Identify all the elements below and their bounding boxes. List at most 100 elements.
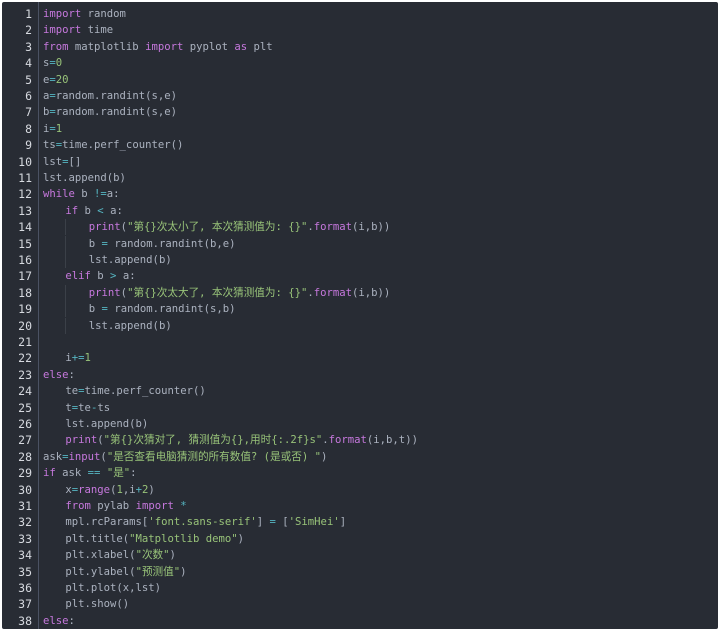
code-line[interactable]: 7 b=random.randint(s,e) bbox=[2, 104, 718, 120]
code-text: import random bbox=[43, 6, 126, 22]
line-number: 19 bbox=[18, 302, 32, 317]
code-line[interactable]: 15 b = random.randint(b,e) bbox=[2, 235, 718, 252]
code-line[interactable]: 11 lst.append(b) bbox=[2, 170, 718, 186]
code-text: elif b > a: bbox=[43, 268, 135, 284]
indent-guide bbox=[43, 580, 65, 596]
code-token: += bbox=[71, 352, 85, 365]
code-line[interactable]: 8 i=1 bbox=[2, 121, 718, 137]
code-token: else bbox=[43, 614, 69, 627]
code-line[interactable]: 18 print("第{}次太大了, 本次猜测值为: {}".format(i,b… bbox=[2, 284, 718, 301]
code-token: if bbox=[65, 204, 79, 217]
code-token: from bbox=[65, 500, 91, 512]
code-token: random.randint(b,e) bbox=[107, 237, 236, 250]
code-line[interactable]: 12 while b !=a: bbox=[2, 186, 718, 202]
code-line[interactable]: 2 import time bbox=[2, 22, 718, 38]
code-token: * bbox=[180, 500, 187, 512]
code-line[interactable]: 24 te=time.perf_counter() bbox=[2, 383, 718, 399]
code-token: ] bbox=[256, 516, 270, 529]
code-line[interactable]: 33 plt.title("Matplotlib demo") bbox=[2, 531, 718, 547]
code-line[interactable]: 32 mpl.rcParams['font.sans-serif'] = ['Si… bbox=[2, 514, 718, 530]
code-token: plt bbox=[247, 40, 273, 53]
line-number: 37 bbox=[18, 597, 32, 612]
code-text: a=random.randint(s,e) bbox=[43, 88, 177, 104]
code-token: range bbox=[78, 483, 111, 496]
code-token: b bbox=[88, 303, 102, 316]
code-editor[interactable]: 1 import random 2 import time 3 from matplotl… bbox=[2, 2, 718, 629]
indent-guide bbox=[65, 235, 88, 252]
line-number: 4 bbox=[25, 56, 32, 71]
code-token: "第{}次猜对了, 猜测值为{},用时{:.2f}s" bbox=[103, 434, 323, 447]
code-text: mpl.rcParams['font.sans-serif'] = ['SimH… bbox=[43, 514, 346, 530]
indent-guide bbox=[43, 318, 65, 334]
line-number: 34 bbox=[18, 548, 32, 563]
code-line[interactable]: 36 plt.plot(x,lst) bbox=[2, 580, 718, 596]
line-number: 31 bbox=[18, 499, 32, 513]
code-line[interactable]: 22 i+=1 bbox=[2, 350, 718, 366]
code-token: plt.ylabel( bbox=[65, 565, 136, 578]
line-number: 13 bbox=[18, 203, 32, 218]
code-token: mpl.rcParams[ bbox=[65, 516, 149, 529]
code-text: print("第{}次猜对了, 猜测值为{},用时{:.2f}s".format… bbox=[43, 432, 418, 448]
line-number: 30 bbox=[18, 482, 32, 497]
code-line[interactable]: 30 x=range(1,i+2) bbox=[2, 482, 718, 498]
code-token: pyplot bbox=[183, 40, 235, 53]
code-line[interactable]: 6 a=random.randint(s,e) bbox=[2, 88, 718, 104]
code-token: "预测值" bbox=[135, 565, 181, 578]
code-text: lst=[] bbox=[43, 154, 81, 170]
line-number: 32 bbox=[18, 515, 32, 530]
code-line[interactable]: 19 b = random.randint(s,b) bbox=[2, 301, 718, 318]
line-number: 33 bbox=[18, 531, 32, 546]
code-text: te=time.perf_counter() bbox=[43, 383, 206, 399]
code-token: : bbox=[130, 467, 137, 480]
code-token: [] bbox=[68, 155, 82, 168]
code-token: ] bbox=[339, 516, 347, 529]
indent-guide bbox=[43, 268, 65, 284]
line-number: 5 bbox=[25, 72, 32, 87]
code-text: plt.plot(x,lst) bbox=[43, 580, 161, 596]
line-number: 6 bbox=[25, 89, 32, 103]
line-number: 18 bbox=[18, 285, 32, 300]
code-line[interactable]: 16 lst.append(b) bbox=[2, 252, 718, 268]
code-text: if ask == "是": bbox=[43, 465, 137, 481]
code-token: time.perf_counter() bbox=[84, 385, 206, 398]
code-token: ) bbox=[180, 565, 187, 578]
indent-guide bbox=[43, 482, 65, 498]
line-number: 7 bbox=[25, 105, 32, 120]
code-line[interactable]: 4 s=0 bbox=[2, 55, 718, 71]
line-number: 25 bbox=[18, 400, 32, 415]
code-line[interactable]: 14 print("第{}次太小了, 本次猜测值为: {}".format(i,b… bbox=[2, 219, 718, 236]
code-line[interactable]: 25 t=te-ts bbox=[2, 400, 718, 416]
code-text: b = random.randint(b,e) bbox=[43, 235, 236, 252]
code-line[interactable]: 37 plt.show() bbox=[2, 596, 718, 612]
code-text: if b < a: bbox=[43, 203, 122, 219]
indent-guide bbox=[43, 531, 65, 547]
code-line[interactable]: 35 plt.ylabel("预测值") bbox=[2, 564, 718, 580]
code-line[interactable]: 21 bbox=[2, 334, 718, 350]
code-line[interactable]: 26 lst.append(b) bbox=[2, 416, 718, 432]
code-line[interactable]: 20 lst.append(b) bbox=[2, 317, 718, 334]
indent-guide bbox=[43, 514, 65, 530]
code-token: 0 bbox=[55, 57, 63, 70]
code-token: (i,b,t)) bbox=[366, 434, 418, 447]
code-line[interactable]: 23 else: bbox=[2, 367, 718, 383]
indent-guide bbox=[43, 432, 65, 448]
code-token: random.randint(s,e) bbox=[55, 106, 177, 119]
code-line[interactable]: 27 print("第{}次猜对了, 猜测值为{},用时{:.2f}s".form… bbox=[2, 432, 718, 448]
code-text: plt.title("Matplotlib demo") bbox=[43, 531, 244, 547]
code-line[interactable]: 17 elif b > a: bbox=[2, 268, 718, 284]
code-line[interactable]: 34 plt.xlabel("次数") bbox=[2, 547, 718, 563]
code-token: plt.plot(x,lst) bbox=[65, 582, 162, 594]
code-line[interactable]: 31 from pylab import * bbox=[2, 498, 718, 514]
code-token: from bbox=[43, 40, 69, 53]
code-line[interactable]: 1 import random bbox=[2, 6, 718, 22]
code-line[interactable]: 10 lst=[] bbox=[2, 154, 718, 170]
code-line[interactable]: 29 if ask == "是": bbox=[2, 465, 718, 481]
code-line[interactable]: 28 ask=input("是否查看电脑猜测的所有数值? (是或否) ") bbox=[2, 449, 718, 465]
code-text: plt.ylabel("预测值") bbox=[43, 564, 187, 580]
code-line[interactable]: 9 ts=time.perf_counter() bbox=[2, 137, 718, 153]
code-line[interactable]: 38 else: bbox=[2, 613, 718, 629]
indent-guide bbox=[65, 284, 88, 301]
code-line[interactable]: 5 e=20 bbox=[2, 72, 718, 88]
code-line[interactable]: 3 from matplotlib import pyplot as plt bbox=[2, 39, 718, 55]
code-line[interactable]: 13 if b < a: bbox=[2, 203, 718, 219]
